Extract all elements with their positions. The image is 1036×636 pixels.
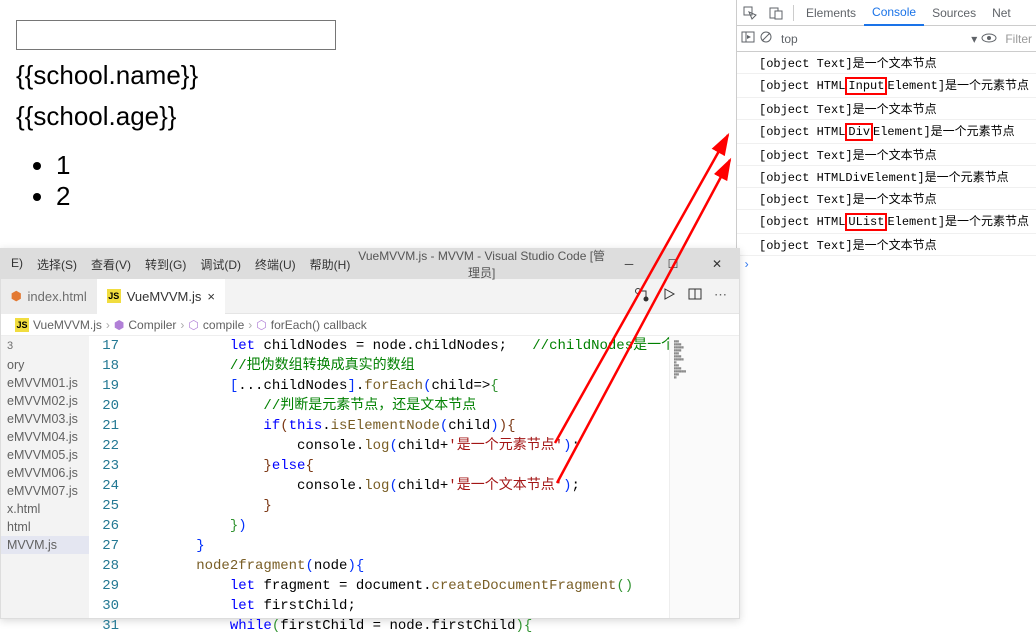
annotation-arrows xyxy=(0,0,1036,619)
code-line[interactable]: while(firstChild = node.firstChild){ xyxy=(129,616,739,636)
line-number: 31 xyxy=(89,616,119,636)
